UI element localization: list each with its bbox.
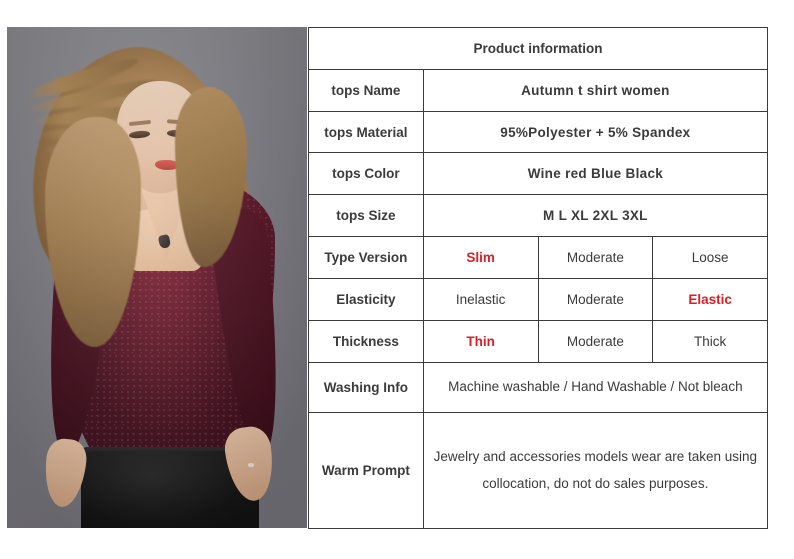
table-header-row: Product information (308, 27, 768, 70)
row-value-tops-color: Wine red Blue Black (422, 152, 769, 196)
row-label-tops-size: tops Size (308, 194, 424, 238)
row-value-tops-size: M L XL 2XL 3XL (422, 194, 769, 238)
option-elasticity-inelastic: Inelastic (422, 277, 539, 321)
table-row: tops Name Autumn t shirt women (308, 68, 769, 112)
table-row: Thickness Thin Moderate Thick (308, 319, 768, 363)
row-label-washing-info: Washing Info (308, 361, 424, 413)
row-value-warm-prompt: Jewelry and accessories models wear are … (422, 411, 769, 530)
row-label-elasticity: Elasticity (308, 277, 424, 321)
table-row: Washing Info Machine washable / Hand Was… (308, 361, 769, 413)
table-row: Warm Prompt Jewelry and accessories mode… (308, 411, 769, 530)
product-information-table: Product information tops Name Autumn t s… (308, 27, 769, 530)
table-row: tops Size M L XL 2XL 3XL (308, 194, 769, 238)
row-value-tops-name: Autumn t shirt women (422, 68, 769, 112)
table-row: Elasticity Inelastic Moderate Elastic (308, 277, 768, 321)
table-row: tops Material 95%Polyester + 5% Spandex (308, 110, 769, 154)
product-information-panel: Product information tops Name Autumn t s… (308, 27, 769, 530)
row-label-warm-prompt: Warm Prompt (308, 411, 424, 530)
row-value-tops-material: 95%Polyester + 5% Spandex (422, 110, 769, 154)
table-row: tops Color Wine red Blue Black (308, 152, 769, 196)
row-label-type-version: Type Version (308, 236, 424, 279)
option-thickness-thick: Thick (652, 319, 768, 363)
product-photo (7, 27, 307, 528)
option-type-version-loose: Loose (652, 236, 768, 279)
option-type-version-slim: Slim (422, 236, 539, 279)
row-label-thickness: Thickness (308, 319, 424, 363)
row-label-tops-name: tops Name (308, 68, 424, 112)
option-type-version-moderate: Moderate (537, 236, 654, 279)
option-thickness-thin: Thin (422, 319, 539, 363)
row-label-tops-material: tops Material (308, 110, 424, 154)
table-row: Type Version Slim Moderate Loose (308, 236, 768, 279)
option-elasticity-moderate: Moderate (537, 277, 654, 321)
table-title: Product information (308, 27, 768, 70)
row-label-tops-color: tops Color (308, 152, 424, 196)
photo-vignette (7, 27, 307, 528)
option-elasticity-elastic: Elastic (652, 277, 768, 321)
row-value-washing-info: Machine washable / Hand Washable / Not b… (422, 361, 769, 413)
option-thickness-moderate: Moderate (537, 319, 654, 363)
